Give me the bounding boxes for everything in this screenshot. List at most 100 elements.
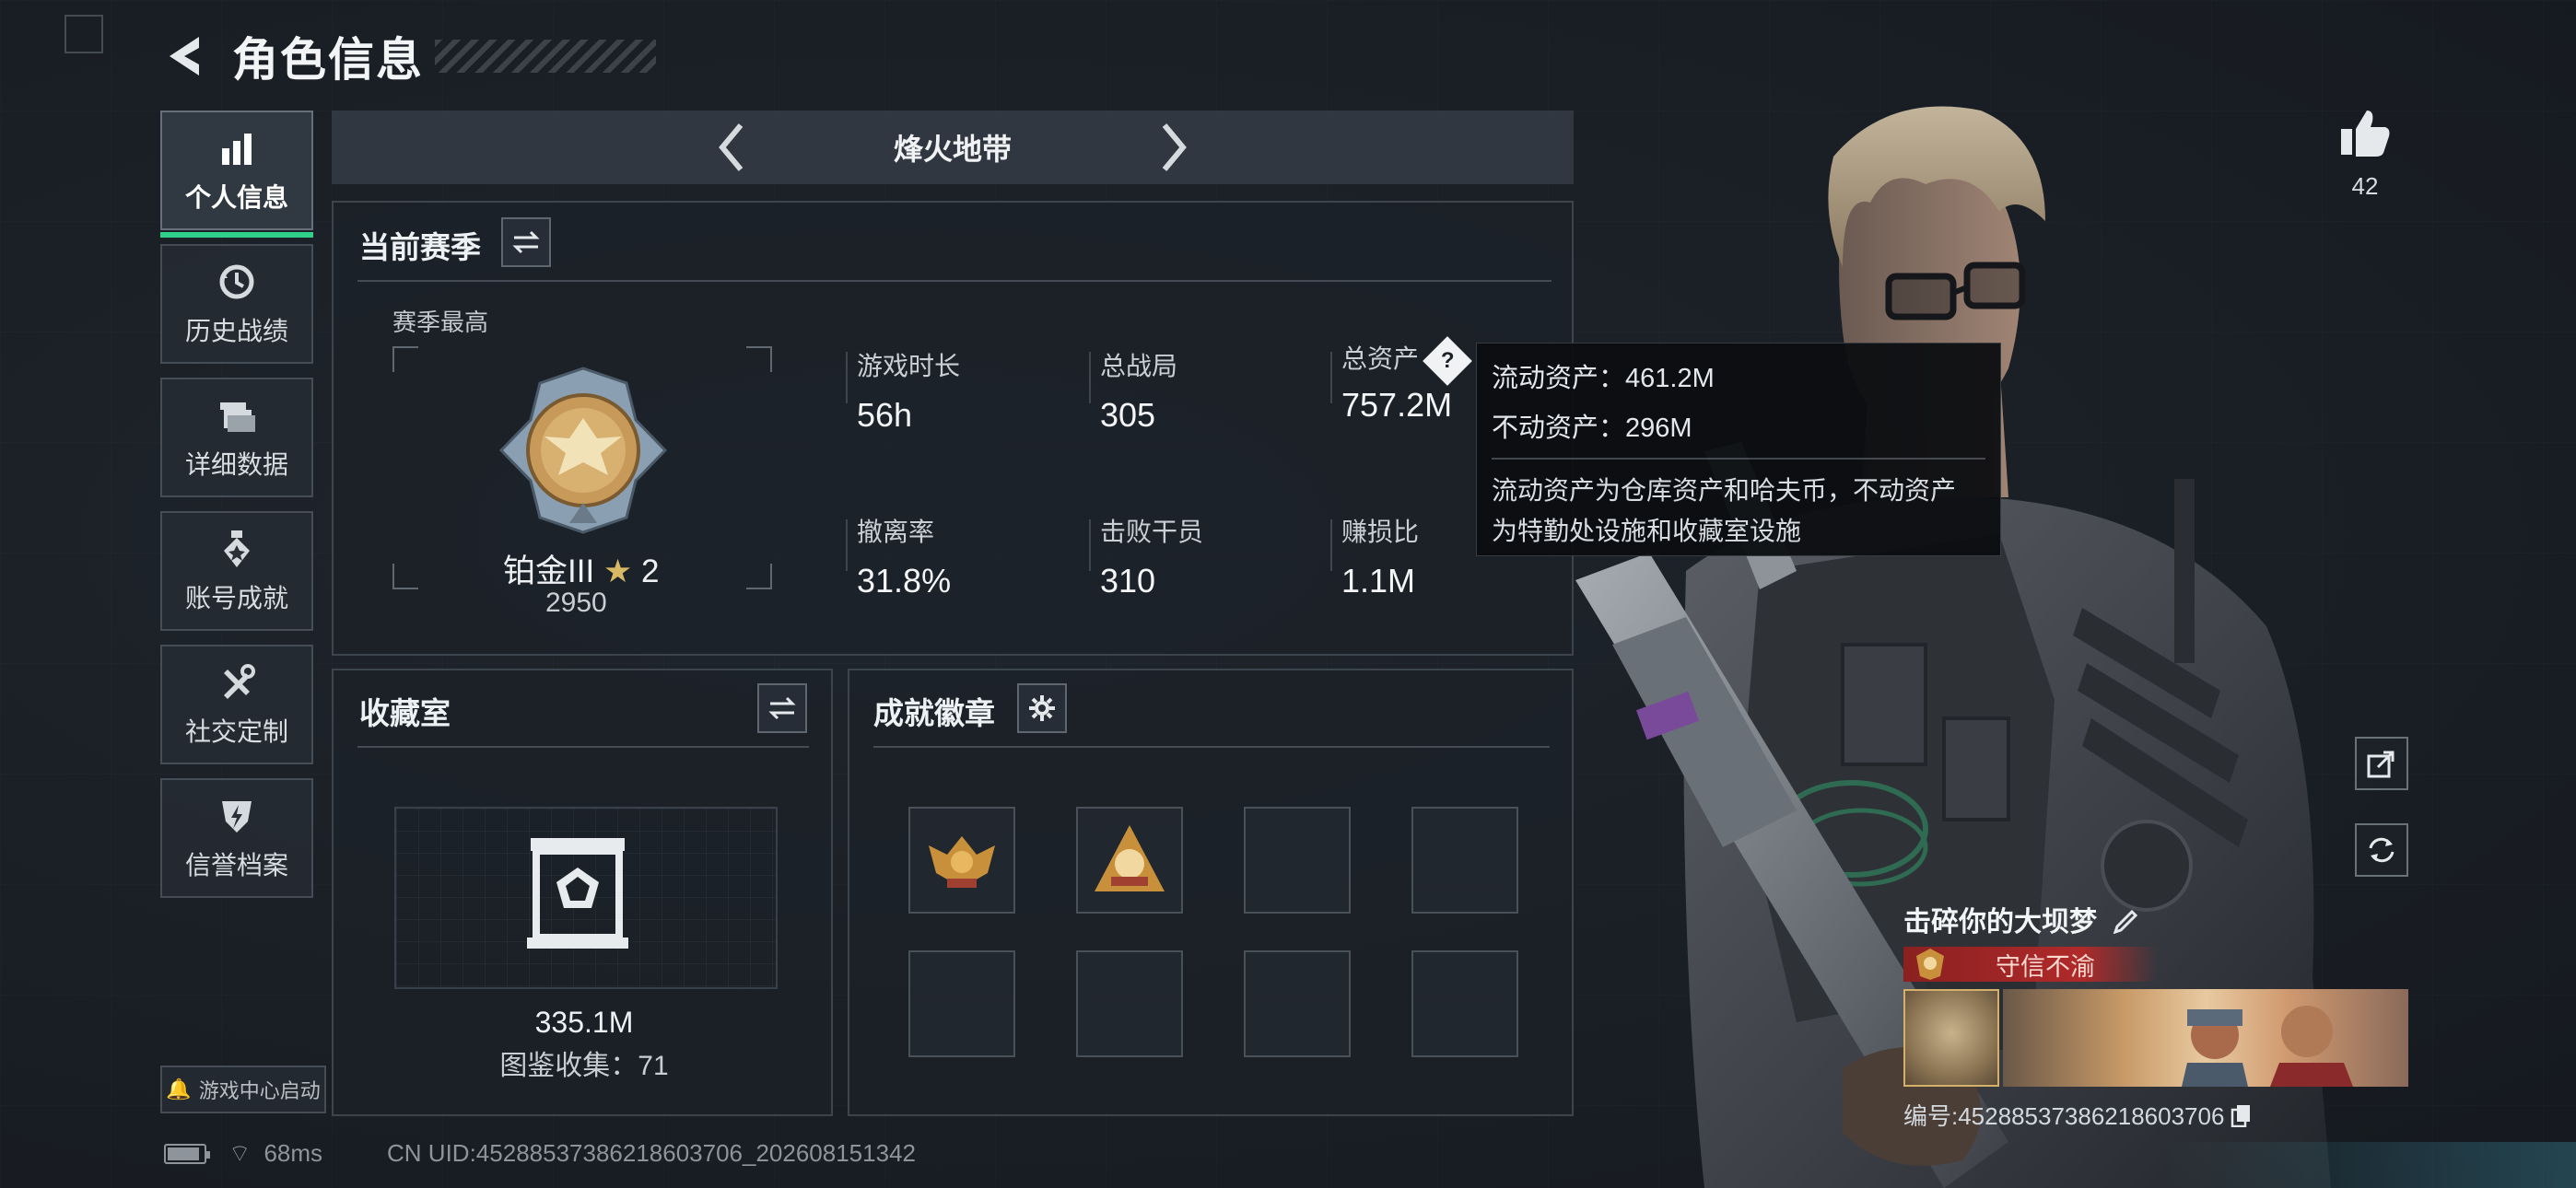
card-images: [1903, 989, 2408, 1087]
stat-extraction-rate: 撤离率 31.8%: [857, 512, 951, 600]
badge-settings-button[interactable]: [1017, 683, 1067, 733]
badge-slot-empty[interactable]: [1244, 950, 1351, 1057]
badge-slot[interactable]: [1076, 807, 1183, 914]
tooltip-description-line1: 流动资产为仓库资产和哈夫币，不动资产: [1492, 476, 1957, 505]
stat-divider: [846, 519, 848, 571]
stat-divider: [846, 352, 848, 403]
stat-profit-loss: 赚损比 1.1M: [1341, 512, 1419, 600]
collection-divider: [357, 746, 809, 748]
frame-corner: [746, 564, 772, 589]
wifi-icon: ⌔: [228, 1139, 252, 1167]
season-divider: [357, 280, 1551, 282]
game-center-launch-button[interactable]: 🔔 游戏中心启动: [160, 1066, 326, 1113]
badge-slot-empty[interactable]: [1076, 950, 1183, 1057]
nav-item-history[interactable]: 历史战绩: [160, 244, 313, 364]
stat-value: 310: [1100, 562, 1156, 600]
nav-item-personal-info[interactable]: 个人信息: [160, 111, 313, 238]
shield-icon: [215, 794, 259, 838]
back-arrow-icon[interactable]: [162, 31, 212, 81]
bell-icon: 🔔: [166, 1077, 192, 1101]
mode-title: 烽火地带: [893, 133, 1012, 166]
star-icon: ★: [603, 553, 633, 589]
season-panel-title: 当前赛季: [359, 230, 481, 264]
stat-divider: [1089, 519, 1091, 571]
stat-operators-defeated: 击败干员 310: [1100, 512, 1203, 600]
stat-value: 31.8%: [857, 562, 952, 600]
badge-slot-empty[interactable]: [908, 950, 1015, 1057]
medal-icon: [215, 527, 259, 571]
eagle-badge-icon: [929, 836, 995, 888]
name-card-art[interactable]: [2003, 989, 2408, 1087]
nav-label: 账号成就: [184, 584, 288, 612]
avatar[interactable]: [1903, 989, 1999, 1087]
collection-panel-title: 收藏室: [359, 696, 451, 730]
rank-score: 2950: [545, 588, 607, 618]
gear-icon: [1029, 695, 1055, 721]
share-button[interactable]: [2355, 737, 2408, 790]
player-title-tag: 守信不渝: [1903, 947, 2158, 982]
like-button[interactable]: 42: [2333, 105, 2397, 201]
stat-label: 游戏时长: [857, 352, 961, 380]
title-emblem-icon: [1916, 949, 1944, 980]
copy-icon[interactable]: [2230, 1103, 2254, 1127]
collection-switch-button[interactable]: [757, 683, 807, 733]
nav-label: 详细数据: [184, 450, 288, 479]
frame-corner: [746, 346, 772, 372]
frame-corner: [392, 564, 418, 589]
uid-text: CN UID:4528853738621860370​6_20260815134…: [387, 1139, 916, 1167]
collection-count: 图鉴收集：71: [499, 1051, 669, 1081]
collection-room-panel: 收藏室 335.1M 图鉴收集：71: [332, 669, 833, 1116]
achievement-badge-panel: 成就徽章: [848, 669, 1574, 1116]
badge-slot-empty[interactable]: [1411, 807, 1518, 914]
status-bar: ⌔ 68ms CN UID:4528853738621860370​6_2026…: [164, 1138, 916, 1169]
refresh-icon: [2369, 837, 2395, 863]
nav-item-social[interactable]: 社交定制: [160, 645, 313, 764]
badge-panel-title: 成就徽章: [873, 696, 995, 730]
stat-label: 赚损比: [1341, 518, 1420, 546]
edit-icon[interactable]: [2112, 904, 2141, 934]
folder-icon: [215, 393, 259, 437]
badge-slot[interactable]: [908, 807, 1015, 914]
season-switch-button[interactable]: [501, 217, 551, 267]
stat-play-time: 游戏时长 56h: [857, 346, 960, 435]
bottom-glow-decoration: [2165, 1142, 2576, 1188]
nav-item-credit[interactable]: 信誉档案: [160, 778, 313, 898]
player-name-row: 击碎你的大坝梦: [1903, 899, 2408, 939]
title-tag-text: 守信不渝: [1996, 952, 2095, 981]
like-count: 42: [2351, 172, 2379, 200]
stat-value: 56h: [857, 396, 913, 434]
refresh-button[interactable]: [2355, 823, 2408, 877]
stat-total-assets: 总资产? 757.2M: [1341, 335, 1472, 425]
thumbs-up-icon: [2341, 111, 2390, 157]
badge-slot-empty[interactable]: [1244, 807, 1351, 914]
nav-item-achievements[interactable]: 账号成就: [160, 511, 313, 631]
tooltip-liquid-assets: 流动资产：461.2M: [1492, 364, 1715, 393]
chevron-left-icon[interactable]: [704, 120, 759, 175]
badge-slot-empty[interactable]: [1411, 950, 1518, 1057]
name-card-illustration: [2182, 1006, 2353, 1087]
bar-chart-icon: [215, 126, 259, 170]
stat-divider: [1330, 519, 1332, 571]
tools-icon: [215, 660, 259, 705]
swap-icon: [768, 696, 796, 720]
nav-label: 个人信息: [184, 183, 288, 212]
stat-total-matches: 总战局 305: [1100, 346, 1177, 435]
player-id-row: 编号:4528853738621860370​6: [1903, 1098, 2408, 1132]
nav-label: 信誉档案: [184, 851, 288, 879]
help-icon[interactable]: ?: [1423, 335, 1472, 386]
rank-title: 铂金III: [503, 553, 595, 589]
nav-item-detailed-data[interactable]: 详细数据: [160, 378, 313, 497]
chevron-right-icon[interactable]: [1146, 120, 1201, 175]
swap-icon: [512, 230, 540, 254]
rank-name: 铂金III ★ 2: [503, 545, 660, 592]
collection-value: 335.1M: [534, 1006, 634, 1039]
stat-label: 总资产?: [1341, 335, 1472, 386]
badge-divider: [873, 746, 1550, 748]
stat-label: 击败干员: [1100, 518, 1204, 546]
tooltip-divider: [1492, 458, 1985, 460]
stat-label: 撤离率: [857, 518, 935, 546]
stat-divider: [1330, 352, 1332, 403]
player-card: 击碎你的大坝梦 守信不渝 编号:4528853738621860370​6: [1903, 899, 2408, 1132]
side-nav: 个人信息 历史战绩 详细数据 账号成就 社交定制 信誉档案: [160, 111, 313, 912]
stat-divider: [1089, 352, 1091, 403]
